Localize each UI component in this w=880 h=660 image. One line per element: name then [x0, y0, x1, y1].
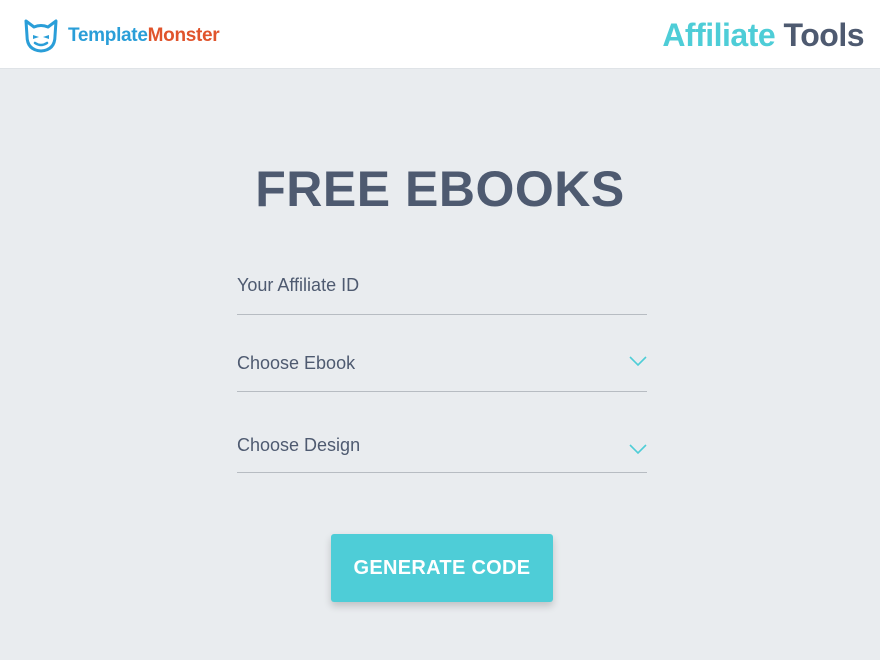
logo-text-template: Template [68, 25, 148, 46]
affiliate-id-label: Your Affiliate ID [237, 275, 360, 295]
affiliate-tools-word2: Tools [783, 17, 865, 53]
templatemonster-logo[interactable]: TemplateMonster [22, 18, 220, 54]
logo-text: TemplateMonster [68, 25, 220, 47]
affiliate-tools-title: Affiliate Tools [662, 17, 864, 54]
chevron-down-icon[interactable] [629, 355, 647, 367]
choose-design-label: Choose Design [237, 435, 361, 455]
generate-code-button[interactable]: GENERATE CODE [331, 534, 553, 602]
choose-ebook-select[interactable]: Choose Ebook [237, 347, 647, 392]
chevron-down-icon[interactable] [629, 443, 647, 455]
choose-design-select[interactable]: Choose Design [237, 428, 647, 473]
header: TemplateMonster Affiliate Tools [0, 0, 880, 69]
monster-logo-icon [24, 19, 58, 53]
logo-text-monster: Monster [147, 25, 220, 46]
affiliate-id-field[interactable]: Your Affiliate ID [237, 270, 647, 315]
page-title: FREE EBOOKS [255, 161, 625, 217]
affiliate-tools-word1: Affiliate [662, 17, 776, 53]
choose-ebook-label: Choose Ebook [237, 353, 356, 373]
